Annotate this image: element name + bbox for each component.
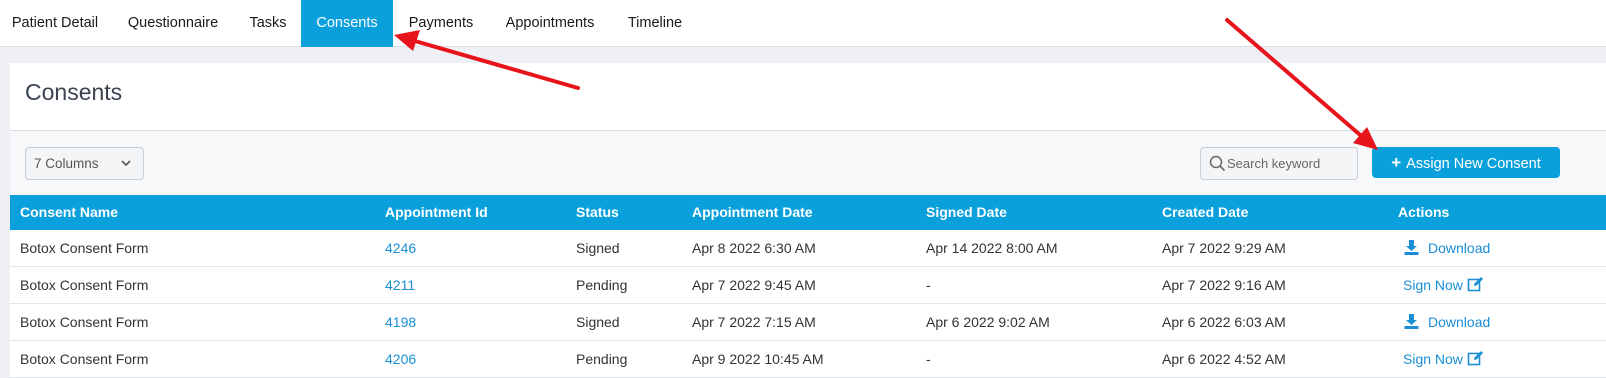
tab-patient-detail[interactable]: Patient Detail bbox=[0, 0, 110, 47]
search-input[interactable] bbox=[1227, 148, 1355, 179]
tab-appointments[interactable]: Appointments bbox=[489, 0, 611, 47]
cell-created-date: Apr 7 2022 9:16 AM bbox=[1162, 277, 1286, 293]
appointment-id-link[interactable]: 4198 bbox=[385, 304, 416, 341]
cell-signed-date: - bbox=[926, 351, 931, 367]
header-consent-name[interactable]: Consent Name bbox=[20, 195, 118, 230]
cell-consent-name: Botox Consent Form bbox=[20, 277, 149, 293]
edit-icon bbox=[1467, 351, 1483, 366]
header-actions: Actions bbox=[1398, 204, 1450, 220]
download-label: Download bbox=[1428, 314, 1491, 330]
cell-status: Signed bbox=[576, 240, 620, 256]
header-appointment-date[interactable]: Appointment Date bbox=[692, 195, 813, 230]
table-header: Consent Name Appointment Id Status Appoi… bbox=[10, 195, 1606, 230]
header-appointment-id[interactable]: Appointment Id bbox=[385, 195, 488, 230]
consents-panel: Consents 7 Columns +Assign New Consent C… bbox=[10, 63, 1606, 378]
table-row: Botox Consent Form 4246 Signed Apr 8 202… bbox=[10, 230, 1606, 267]
tab-questionnaire[interactable]: Questionnaire bbox=[110, 0, 236, 47]
edit-icon bbox=[1467, 277, 1483, 292]
cell-created-date: Apr 6 2022 6:03 AM bbox=[1162, 314, 1286, 330]
tab-payments[interactable]: Payments bbox=[393, 0, 489, 47]
cell-appointment-date: Apr 7 2022 9:45 AM bbox=[692, 277, 816, 293]
cell-appointment-date: Apr 9 2022 10:45 AM bbox=[692, 351, 824, 367]
sign-now-link[interactable]: Sign Now bbox=[1403, 267, 1484, 304]
assign-button-label: Assign New Consent bbox=[1406, 156, 1541, 172]
table-row: Botox Consent Form 4206 Pending Apr 9 20… bbox=[10, 341, 1606, 378]
cell-consent-name: Botox Consent Form bbox=[20, 240, 149, 256]
chevron-down-icon bbox=[121, 160, 131, 167]
cell-status: Pending bbox=[576, 351, 628, 367]
cell-appointment-date: Apr 7 2022 7:15 AM bbox=[692, 314, 816, 330]
download-label: Download bbox=[1428, 240, 1491, 256]
appointment-id-link[interactable]: 4211 bbox=[385, 267, 415, 304]
cell-status: Signed bbox=[576, 314, 620, 330]
header-created-date[interactable]: Created Date bbox=[1162, 195, 1248, 230]
tab-consents[interactable]: Consents bbox=[301, 0, 393, 47]
sign-now-label: Sign Now bbox=[1403, 277, 1463, 293]
header-signed-date[interactable]: Signed Date bbox=[926, 195, 1007, 230]
download-icon bbox=[1404, 240, 1419, 256]
panel-header: Consents bbox=[10, 63, 1606, 131]
columns-dropdown-value: 7 Columns bbox=[34, 156, 99, 171]
table-row: Botox Consent Form 4198 Signed Apr 7 202… bbox=[10, 304, 1606, 341]
sign-now-link[interactable]: Sign Now bbox=[1403, 341, 1484, 378]
tab-bar: Patient Detail Questionnaire Tasks Conse… bbox=[0, 0, 1606, 47]
cell-signed-date: Apr 6 2022 9:02 AM bbox=[926, 314, 1050, 330]
download-link[interactable]: Download bbox=[1403, 304, 1490, 341]
cell-appointment-date: Apr 8 2022 6:30 AM bbox=[692, 240, 816, 256]
cell-signed-date: - bbox=[926, 277, 931, 293]
appointment-id-link[interactable]: 4206 bbox=[385, 341, 416, 378]
page-title: Consents bbox=[25, 79, 123, 105]
columns-dropdown[interactable]: 7 Columns bbox=[25, 147, 144, 180]
sign-now-label: Sign Now bbox=[1403, 351, 1463, 367]
table-row: Botox Consent Form 4211 Pending Apr 7 20… bbox=[10, 267, 1606, 304]
tab-tasks[interactable]: Tasks bbox=[236, 0, 300, 47]
search-box bbox=[1200, 147, 1358, 180]
cell-status: Pending bbox=[576, 277, 628, 293]
cell-created-date: Apr 7 2022 9:29 AM bbox=[1162, 240, 1286, 256]
plus-icon: + bbox=[1391, 153, 1402, 172]
cell-consent-name: Botox Consent Form bbox=[20, 314, 149, 330]
cell-signed-date: Apr 14 2022 8:00 AM bbox=[926, 240, 1058, 256]
header-status[interactable]: Status bbox=[576, 195, 619, 230]
assign-new-consent-button[interactable]: + Assign New Consent bbox=[1372, 147, 1560, 178]
download-icon bbox=[1404, 314, 1419, 330]
appointment-id-link[interactable]: 4246 bbox=[385, 230, 416, 267]
cell-created-date: Apr 6 2022 4:52 AM bbox=[1162, 351, 1286, 367]
search-icon bbox=[1209, 155, 1226, 172]
download-link[interactable]: Download bbox=[1403, 230, 1490, 267]
tab-timeline[interactable]: Timeline bbox=[611, 0, 699, 47]
cell-consent-name: Botox Consent Form bbox=[20, 351, 149, 367]
